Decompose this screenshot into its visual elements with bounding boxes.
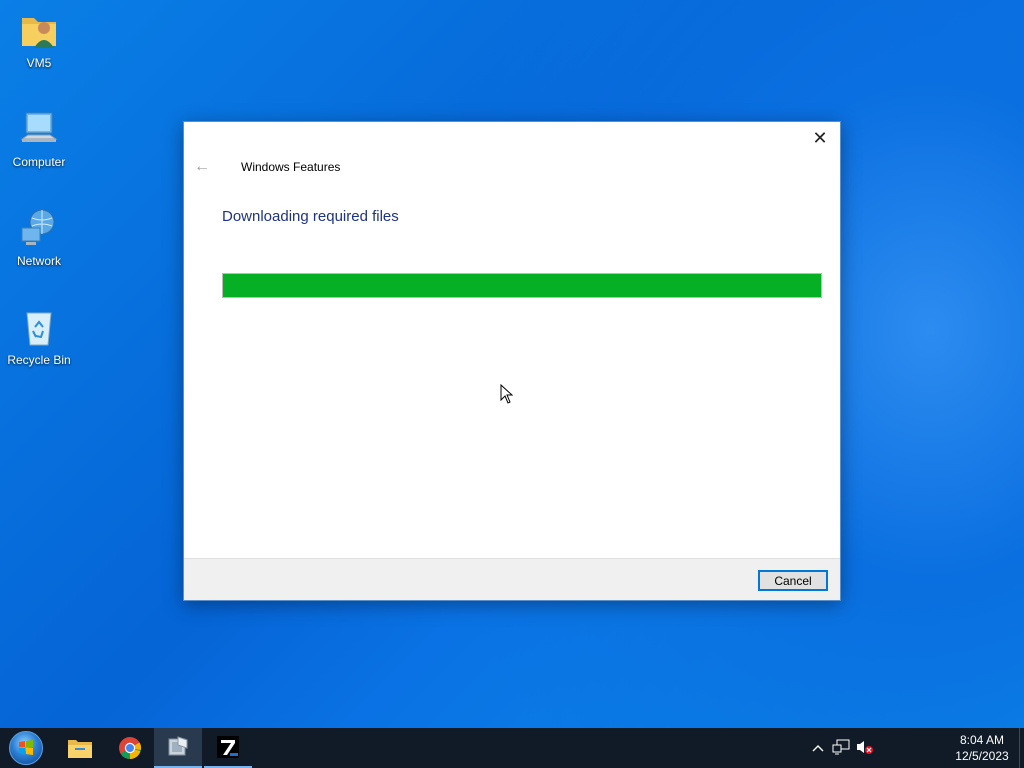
taskbar-chrome[interactable] (106, 728, 154, 768)
desktop-icon-network[interactable]: Network (4, 208, 74, 268)
back-arrow-icon: ← (194, 158, 210, 175)
download-progress-bar (222, 273, 822, 298)
start-button[interactable] (2, 728, 50, 768)
close-icon: ✕ (812, 128, 828, 148)
windows-features-dialog: ✕ ← Windows Features Downloading require… (183, 121, 841, 601)
desktop-icon-recycle-bin[interactable]: Recycle Bin (4, 307, 74, 367)
desktop-icon-label: VM5 (26, 56, 52, 70)
user-folder-icon (18, 10, 60, 52)
computer-icon (18, 109, 60, 151)
dialog-title: Windows Features (241, 160, 341, 174)
clock-date: 12/5/2023 (955, 749, 1009, 763)
volume-button[interactable] (856, 739, 874, 757)
network-icon (18, 208, 60, 250)
clock[interactable]: 8:04 AM 12/5/2023 (950, 732, 1014, 764)
recycle-bin-icon (18, 307, 60, 349)
chevron-up-icon (812, 745, 824, 752)
volume-muted-icon (857, 741, 873, 754)
show-hidden-icons-button[interactable] (809, 739, 827, 757)
taskbar-file-explorer[interactable] (56, 728, 104, 768)
desktop-icon-vm5[interactable]: VM5 (4, 10, 74, 70)
progress-fill (223, 274, 821, 297)
close-button[interactable]: ✕ (810, 128, 830, 148)
back-button[interactable]: ← (192, 158, 212, 176)
network-tray-icon (832, 739, 850, 755)
cancel-button[interactable]: Cancel (758, 570, 828, 591)
network-status-button[interactable] (832, 739, 850, 757)
mouse-cursor-icon (500, 383, 514, 404)
start-button-icon (9, 731, 43, 765)
taskbar-7zip[interactable] (204, 728, 252, 768)
system-tray: 8:04 AM 12/5/2023 (812, 728, 1024, 768)
windows-features-icon (168, 736, 188, 756)
desktop-icon-label: Recycle Bin (7, 353, 71, 367)
chrome-icon (119, 737, 142, 759)
desktop-icon-computer[interactable]: Computer (4, 109, 74, 169)
taskbar-windows-features[interactable] (154, 728, 202, 768)
desktop-icon-label: Computer (12, 155, 66, 169)
status-heading: Downloading required files (222, 208, 399, 225)
clock-time: 8:04 AM (959, 733, 1005, 747)
file-explorer-icon (68, 740, 92, 758)
7zip-icon (217, 736, 239, 758)
show-desktop-button[interactable] (1019, 728, 1024, 768)
dialog-footer: Cancel (184, 558, 840, 600)
desktop-icon-label: Network (16, 254, 61, 268)
taskbar: 8:04 AM 12/5/2023 (0, 728, 1024, 768)
